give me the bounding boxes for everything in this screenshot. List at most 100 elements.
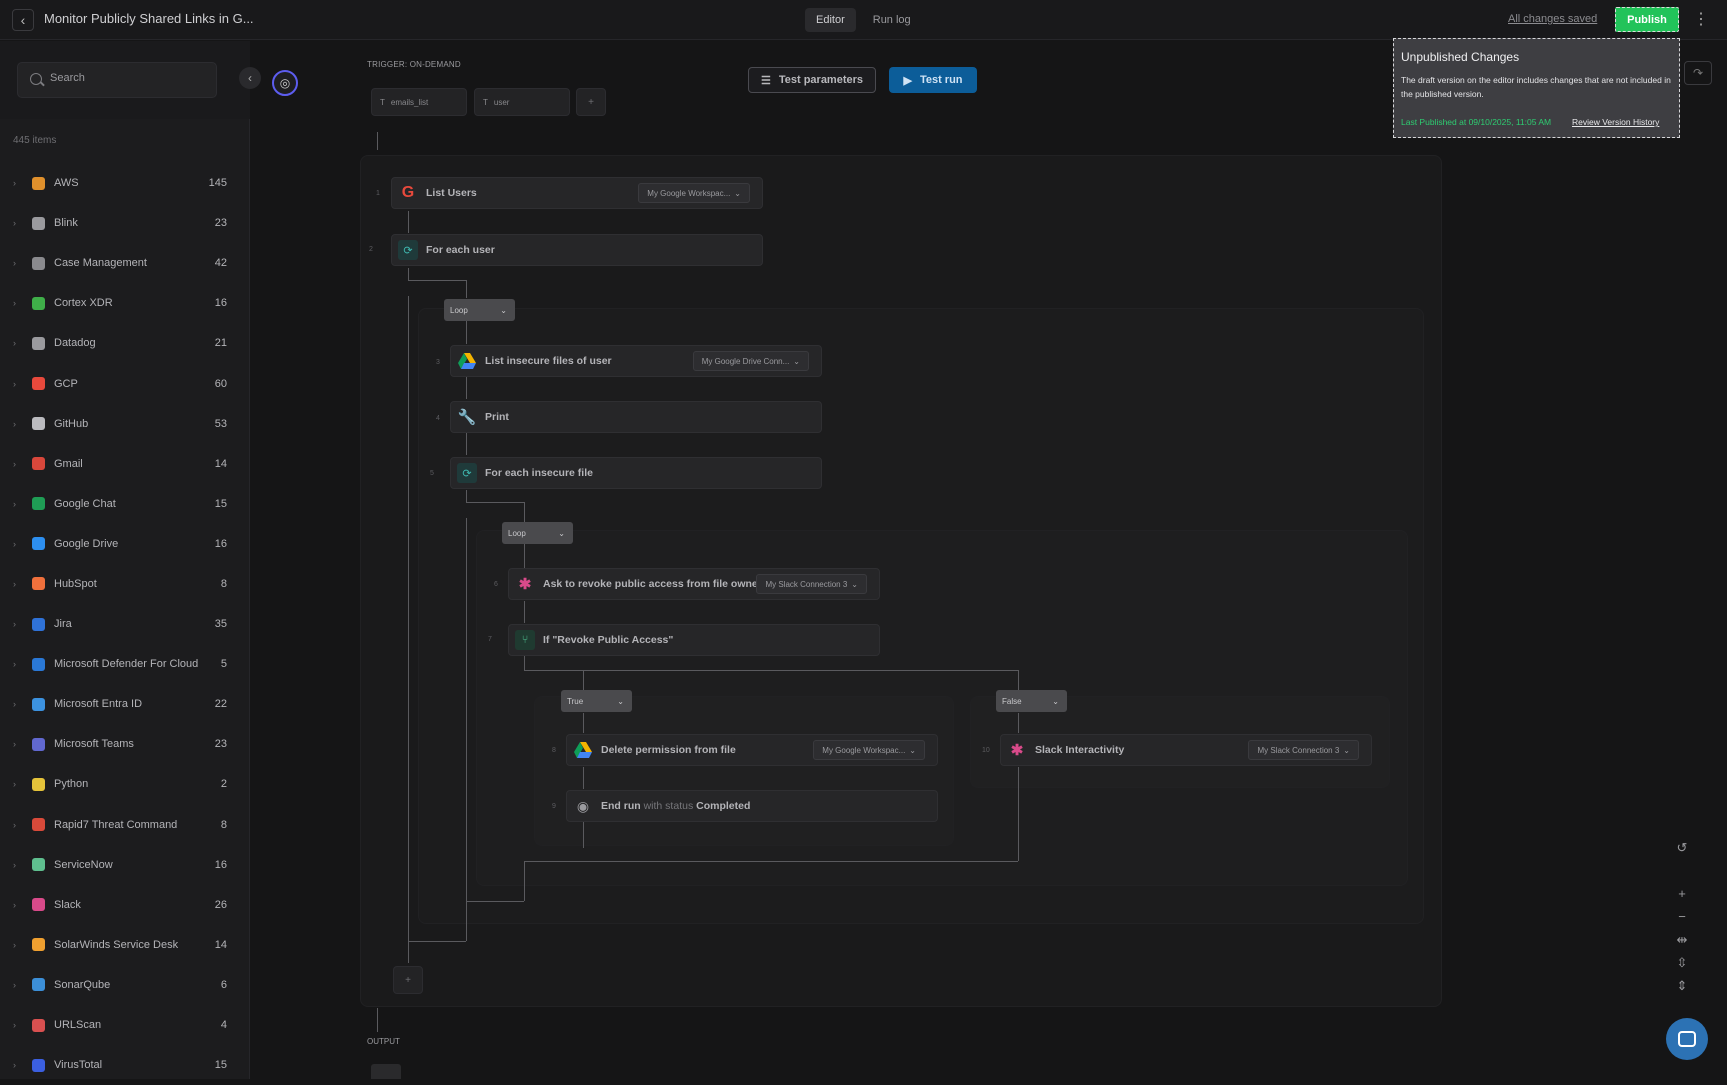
param-chip-emails-list[interactable]: Temails_list <box>371 88 467 116</box>
sidebar-item[interactable]: › Slack 26 <box>0 885 250 925</box>
step-print[interactable]: 🔧 Print <box>450 401 822 433</box>
integration-icon <box>32 537 45 551</box>
step-list-users[interactable]: G List Users My Google Workspac... ⌄ <box>391 177 763 209</box>
items-count: 445 items <box>13 135 57 146</box>
step-delete-permission[interactable]: Delete permission from file My Google Wo… <box>566 734 938 766</box>
sidebar-item-label: Google Chat <box>54 497 116 510</box>
integration-icon <box>32 697 45 711</box>
zoom-in-icon[interactable]: + <box>1670 882 1694 905</box>
sidebar-item[interactable]: › Google Drive 16 <box>0 524 250 564</box>
sidebar-item-count: 6 <box>220 978 227 991</box>
sidebar-item[interactable]: › ServiceNow 16 <box>0 845 250 885</box>
connector <box>524 601 525 623</box>
fit-horizontal-icon[interactable]: ⇹ <box>1670 928 1694 951</box>
sidebar-item[interactable]: › SolarWinds Service Desk 14 <box>0 925 250 965</box>
sidebar-item[interactable]: › Blink 23 <box>0 203 250 243</box>
add-param-button[interactable]: + <box>576 88 606 116</box>
review-version-history-link[interactable]: Review Version History <box>1572 117 1659 127</box>
true-branch-dropdown[interactable]: True ⌄ <box>561 690 632 712</box>
step-number: 1 <box>376 190 380 197</box>
sidebar-item[interactable]: › HubSpot 8 <box>0 564 250 604</box>
sidebar-item[interactable]: › SonarQube 6 <box>0 965 250 1005</box>
fit-vertical-icon[interactable]: ⇳ <box>1670 951 1694 974</box>
step-ask-revoke[interactable]: ✱ Ask to revoke public access from file … <box>508 568 880 600</box>
save-status-link[interactable]: All changes saved <box>1508 13 1597 25</box>
step-if-revoke[interactable]: ⑂ If "Revoke Public Access" <box>508 624 880 656</box>
sidebar-item[interactable]: › Rapid7 Threat Command 8 <box>0 805 250 845</box>
step-number: 8 <box>552 747 556 754</box>
step-number: 3 <box>436 359 440 366</box>
google-drive-icon <box>457 351 477 371</box>
integration-icon <box>32 1058 45 1072</box>
step-list-insecure-files[interactable]: List insecure files of user My Google Dr… <box>450 345 822 377</box>
redo-icon[interactable]: ↷ <box>1684 61 1712 85</box>
search-input[interactable] <box>50 72 210 84</box>
more-options-icon[interactable]: ⋮ <box>1693 10 1709 30</box>
sidebar-item[interactable]: › Cortex XDR 16 <box>0 283 250 323</box>
sidebar-item-label: Slack <box>54 898 81 911</box>
output-node[interactable] <box>371 1064 401 1079</box>
view-tabs: Editor Run log <box>805 8 922 32</box>
loop-back-connector <box>408 296 409 941</box>
sidebar-item[interactable]: › GitHub 53 <box>0 404 250 444</box>
zoom-out-icon[interactable]: − <box>1670 905 1694 928</box>
assistant-icon[interactable]: ◎ <box>272 70 298 96</box>
sidebar-item[interactable]: › Datadog 21 <box>0 323 250 363</box>
connection-select[interactable]: My Google Drive Conn... ⌄ <box>692 351 809 371</box>
collapse-sidebar-button[interactable]: ‹ <box>239 67 261 89</box>
sidebar-item-count: 5 <box>220 658 227 671</box>
step-end-run[interactable]: ◉ End run with status Completed <box>566 790 938 822</box>
connection-select[interactable]: My Google Workspac... ⌄ <box>638 183 750 203</box>
step-label: Delete permission from file <box>601 744 736 756</box>
sidebar-item[interactable]: › Case Management 42 <box>0 243 250 283</box>
false-branch-dropdown[interactable]: False ⌄ <box>996 690 1067 712</box>
step-slack-interactivity[interactable]: ✱ Slack Interactivity My Slack Connectio… <box>1000 734 1372 766</box>
chat-support-button[interactable] <box>1666 1018 1708 1060</box>
add-step-button[interactable]: + <box>393 966 423 994</box>
sidebar-item[interactable]: › VirusTotal 15 <box>0 1045 250 1085</box>
sidebar-item[interactable]: › Python 2 <box>0 764 250 804</box>
integration-icon <box>32 577 45 591</box>
publish-button[interactable]: Publish <box>1615 7 1679 32</box>
step-for-each-insecure-file[interactable]: ⟳ For each insecure file <box>450 457 822 489</box>
back-button[interactable]: ‹ <box>12 9 34 31</box>
search-box[interactable] <box>17 62 217 98</box>
google-icon: G <box>401 184 415 201</box>
sidebar-item[interactable]: › Google Chat 15 <box>0 484 250 524</box>
step-label: List Users <box>426 187 477 199</box>
connection-select[interactable]: My Slack Connection 3 ⌄ <box>1248 740 1359 760</box>
test-parameters-button[interactable]: ☰ Test parameters <box>748 67 876 93</box>
param-chip-user[interactable]: Tuser <box>474 88 570 116</box>
chevron-down-icon: ⌄ <box>909 745 916 755</box>
sidebar-item[interactable]: › AWS 145 <box>0 163 250 203</box>
end-run-label: End run <box>601 800 641 812</box>
reset-view-icon[interactable]: ↺ <box>1670 836 1694 859</box>
sidebar-item[interactable]: › Microsoft Defender For Cloud 5 <box>0 644 250 684</box>
loop-icon: ⟳ <box>457 463 477 483</box>
sidebar-item[interactable]: › URLScan 4 <box>0 1005 250 1045</box>
sidebar-item-label: Google Drive <box>54 537 119 550</box>
connection-select[interactable]: My Google Workspac... ⌄ <box>813 740 925 760</box>
sidebar-item[interactable]: › Gmail 14 <box>0 444 250 484</box>
end-run-status: Completed <box>696 800 751 812</box>
tab-run-log[interactable]: Run log <box>862 8 922 32</box>
loop-dropdown[interactable]: Loop ⌄ <box>444 299 515 321</box>
sidebar-item-count: 8 <box>220 577 227 590</box>
sidebar-item[interactable]: › Jira 35 <box>0 604 250 644</box>
loop-dropdown[interactable]: Loop ⌄ <box>502 522 573 544</box>
step-for-each-user[interactable]: ⟳ For each user <box>391 234 763 266</box>
wrench-icon: 🔧 <box>457 409 477 426</box>
integration-icon <box>32 898 45 912</box>
sidebar-item[interactable]: › Microsoft Entra ID 22 <box>0 684 250 724</box>
expand-collapse-icon[interactable]: ⇕ <box>1670 974 1694 997</box>
tab-editor[interactable]: Editor <box>805 8 856 32</box>
connector <box>466 377 467 399</box>
sidebar-item-label: ServiceNow <box>54 858 113 871</box>
sidebar-item[interactable]: › Microsoft Teams 23 <box>0 724 250 764</box>
test-run-button[interactable]: ▶ Test run <box>889 67 977 93</box>
sidebar-item-count: 53 <box>214 417 227 430</box>
sidebar-item-label: Cortex XDR <box>54 297 113 310</box>
connection-select[interactable]: My Slack Connection 3 ⌄ <box>756 574 867 594</box>
integration-icon <box>32 858 45 872</box>
sidebar-item[interactable]: › GCP 60 <box>0 363 250 403</box>
